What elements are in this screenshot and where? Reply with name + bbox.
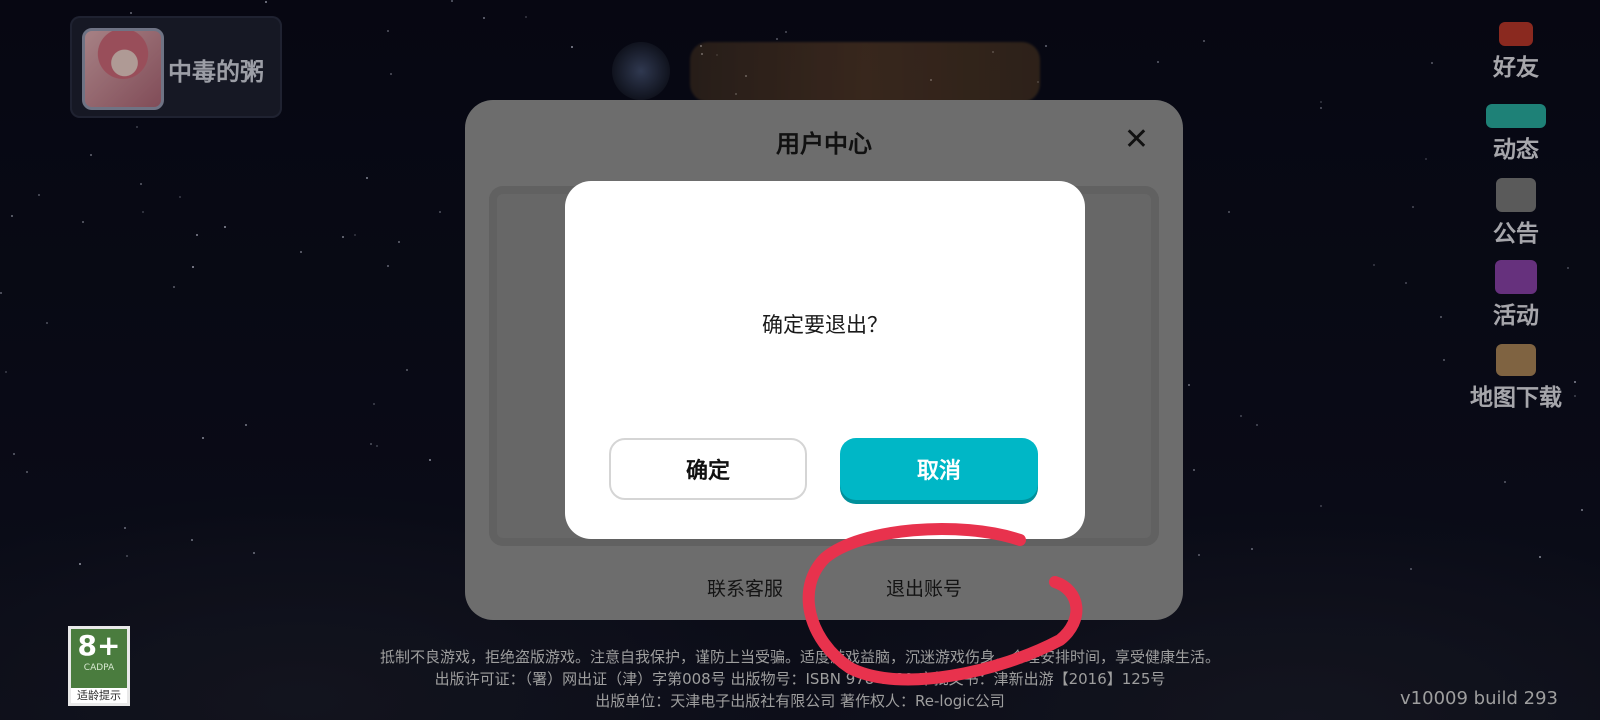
age-rating-value: 8+ (77, 629, 121, 662)
confirm-message: 确定要退出？ (762, 313, 888, 337)
contact-support-link[interactable]: 联系客服 (707, 574, 783, 601)
version-label: v10009 build 293 (1400, 688, 1558, 709)
license-info: 出版许可证：（署）网出证（津）字第008号 出版物号：ISBN 978-7-89… (434, 670, 1166, 688)
publisher-info: 出版单位：天津电子出版社有限公司 著作权人：Re-logic公司 (595, 692, 1005, 710)
confirm-button[interactable]: 确定 (609, 438, 807, 500)
cancel-button[interactable]: 取消 (840, 438, 1038, 500)
rating-org: CADPA (83, 663, 115, 673)
confirm-logout-dialog: 确定要退出？ 确定 取消 (565, 181, 1085, 539)
age-rating-badge[interactable]: 8+ CADPA 适龄提示 (68, 626, 130, 706)
health-notice: 抵制不良游戏，拒绝盗版游戏。注意自我保护，谨防上当受骗。适度游戏益脑，沉迷游戏伤… (379, 648, 1220, 666)
rating-tip: 适龄提示 (71, 688, 127, 703)
dialog-title: 用户中心 (776, 130, 872, 158)
close-icon[interactable]: ✕ (1124, 122, 1149, 157)
logout-link[interactable]: 退出账号 (886, 574, 962, 601)
